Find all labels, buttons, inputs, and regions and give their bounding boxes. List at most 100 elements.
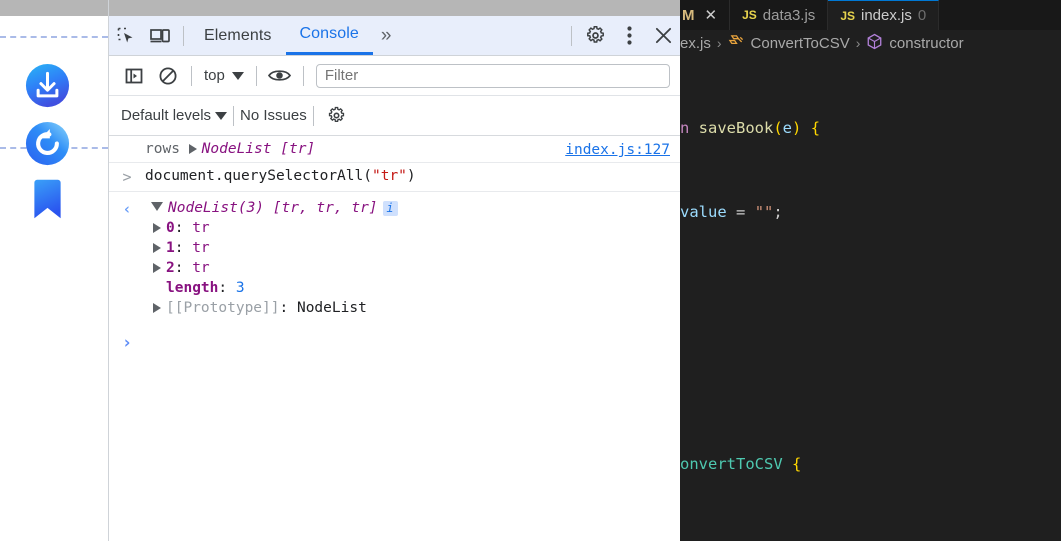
- editor-tab-suffix: 0: [917, 7, 927, 24]
- input-row-content: document.querySelectorAll("tr"): [145, 168, 672, 184]
- breadcrumb-symbol[interactable]: constructor: [889, 35, 963, 52]
- editor-tab-data3[interactable]: JS data3.js: [730, 0, 829, 30]
- property-value: tr: [192, 260, 210, 276]
- console-settings-gear-icon[interactable]: [320, 102, 354, 130]
- execution-context-label: top: [204, 67, 225, 84]
- length-key: length: [166, 280, 219, 296]
- page-canvas: [0, 16, 108, 541]
- inspect-element-icon[interactable]: [109, 22, 143, 50]
- levels-divider-1: [233, 105, 235, 126]
- filter-input[interactable]: [315, 63, 670, 88]
- input-expression-fn: document.querySelectorAll(: [145, 168, 372, 184]
- default-levels-label: Default levels: [121, 107, 212, 124]
- gear-icon[interactable]: [578, 22, 612, 50]
- breadcrumb: ex.js › ConvertToCSV › constructor: [680, 30, 1061, 56]
- page-divider-top: [0, 36, 108, 38]
- toolbar-divider-right: [571, 25, 572, 46]
- console-levels-bar: Default levels No Issues: [109, 96, 680, 136]
- code-line: value = "";: [680, 203, 783, 221]
- restore-icon[interactable]: [25, 121, 70, 166]
- collapse-triangle-icon[interactable]: [151, 202, 163, 211]
- devtools-top-strip: [109, 0, 680, 16]
- live-expression-eye-icon[interactable]: [263, 62, 297, 90]
- breadcrumb-class[interactable]: ConvertToCSV: [751, 35, 850, 52]
- result-row-caret: ‹: [122, 200, 132, 218]
- object-length-row: length: 3: [166, 280, 245, 296]
- object-property-row[interactable]: 0: tr: [109, 218, 672, 238]
- download-icon[interactable]: [25, 63, 70, 108]
- console-toolbar: top: [109, 56, 680, 96]
- input-expression-close: ): [406, 168, 416, 184]
- input-expression-string: "tr": [371, 168, 407, 184]
- levels-divider-2: [312, 105, 314, 126]
- expand-triangle-icon[interactable]: [153, 262, 161, 273]
- method-icon: [728, 34, 745, 52]
- property-value: tr: [192, 240, 210, 256]
- console-input-row[interactable]: > document.querySelectorAll("tr"): [109, 163, 680, 192]
- toolbar-divider: [183, 25, 184, 46]
- kebab-menu-icon[interactable]: [612, 22, 646, 50]
- console-prompt[interactable]: ›: [109, 323, 680, 353]
- constructor-icon: [866, 33, 883, 54]
- device-toolbar-icon[interactable]: [143, 22, 177, 50]
- editor-tab-partial[interactable]: M ✕: [680, 0, 731, 30]
- expand-triangle-icon[interactable]: [188, 143, 197, 154]
- console-toolbar-divider-2: [255, 65, 257, 86]
- source-link[interactable]: index.js:127: [565, 142, 670, 158]
- code-content[interactable]: n saveBook(e) { value = ""; onvertToCSV …: [680, 56, 1061, 541]
- editor-tab-label: data3.js: [762, 6, 816, 24]
- close-icon[interactable]: ✕: [705, 6, 718, 24]
- chevron-down-icon: [231, 71, 244, 80]
- editor-tabbar: M ✕ JS data3.js JS index.js 0: [680, 0, 1061, 30]
- log-label: rows: [145, 141, 180, 157]
- input-row-caret: >: [122, 168, 132, 186]
- execution-context-selector[interactable]: top: [198, 67, 250, 84]
- web-page-area: [0, 0, 108, 541]
- code-line: ructor() {: [680, 534, 1061, 541]
- js-file-icon: JS: [742, 8, 757, 22]
- bookmark-icon[interactable]: [25, 176, 70, 221]
- close-icon[interactable]: [646, 22, 680, 50]
- console-log-row[interactable]: rows NodeList [tr] index.js:127: [109, 136, 680, 163]
- chevron-down-icon: [215, 111, 228, 120]
- no-issues-label[interactable]: No Issues: [240, 107, 307, 124]
- tab-console[interactable]: Console: [285, 16, 373, 55]
- expand-triangle-icon[interactable]: [153, 222, 161, 233]
- property-value: tr: [192, 220, 210, 236]
- prototype-key: [[Prototype]]: [166, 300, 280, 316]
- default-levels-selector[interactable]: Default levels: [121, 107, 228, 124]
- result-type: NodeList(3): [168, 200, 265, 216]
- code-line: n saveBook(e) {: [680, 119, 821, 137]
- console-toolbar-divider-1: [191, 65, 192, 86]
- editor-tab-index[interactable]: JS index.js 0: [828, 0, 940, 30]
- console-output[interactable]: rows NodeList [tr] index.js:127 > docume…: [109, 136, 680, 541]
- expand-triangle-icon[interactable]: [153, 242, 161, 253]
- tab-elements[interactable]: Elements: [190, 16, 286, 55]
- property-index: 2: [166, 260, 175, 276]
- console-toolbar-divider-3: [302, 65, 304, 86]
- log-value-type: NodeList: [201, 141, 272, 157]
- chevron-right-icon: ›: [855, 35, 861, 51]
- property-index: 0: [166, 220, 175, 236]
- chevron-right-icon: ›: [716, 35, 722, 51]
- tab-modified-label: M: [682, 6, 695, 24]
- console-sidebar-icon[interactable]: [117, 62, 151, 90]
- screenshot-root: Elements Console » top Filter Default le…: [0, 0, 1061, 541]
- info-badge-icon[interactable]: i: [382, 200, 398, 216]
- vscode-editor: M ✕ JS data3.js JS index.js 0 ex.js › Co…: [680, 0, 1061, 541]
- length-value: 3: [235, 280, 245, 296]
- more-tabs-icon[interactable]: »: [373, 22, 400, 50]
- object-property-row[interactable]: 2: tr: [109, 258, 672, 278]
- log-value-items: [tr]: [280, 141, 316, 157]
- expand-triangle-icon[interactable]: [153, 302, 161, 313]
- object-property-row[interactable]: 1: tr: [109, 238, 672, 258]
- result-header: NodeList(3) [tr, tr, tr] i: [145, 200, 672, 216]
- browser-chrome-bar: [0, 0, 108, 16]
- clear-console-icon[interactable]: [151, 62, 185, 90]
- console-result-row[interactable]: ‹ NodeList(3) [tr, tr, tr] i 0: tr 1: tr …: [109, 192, 680, 323]
- object-prototype-row[interactable]: [[Prototype]]: NodeList: [109, 298, 672, 318]
- code-line: onvertToCSV {: [680, 455, 802, 473]
- breadcrumb-file[interactable]: ex.js: [680, 35, 711, 52]
- prompt-caret-icon: ›: [121, 333, 133, 353]
